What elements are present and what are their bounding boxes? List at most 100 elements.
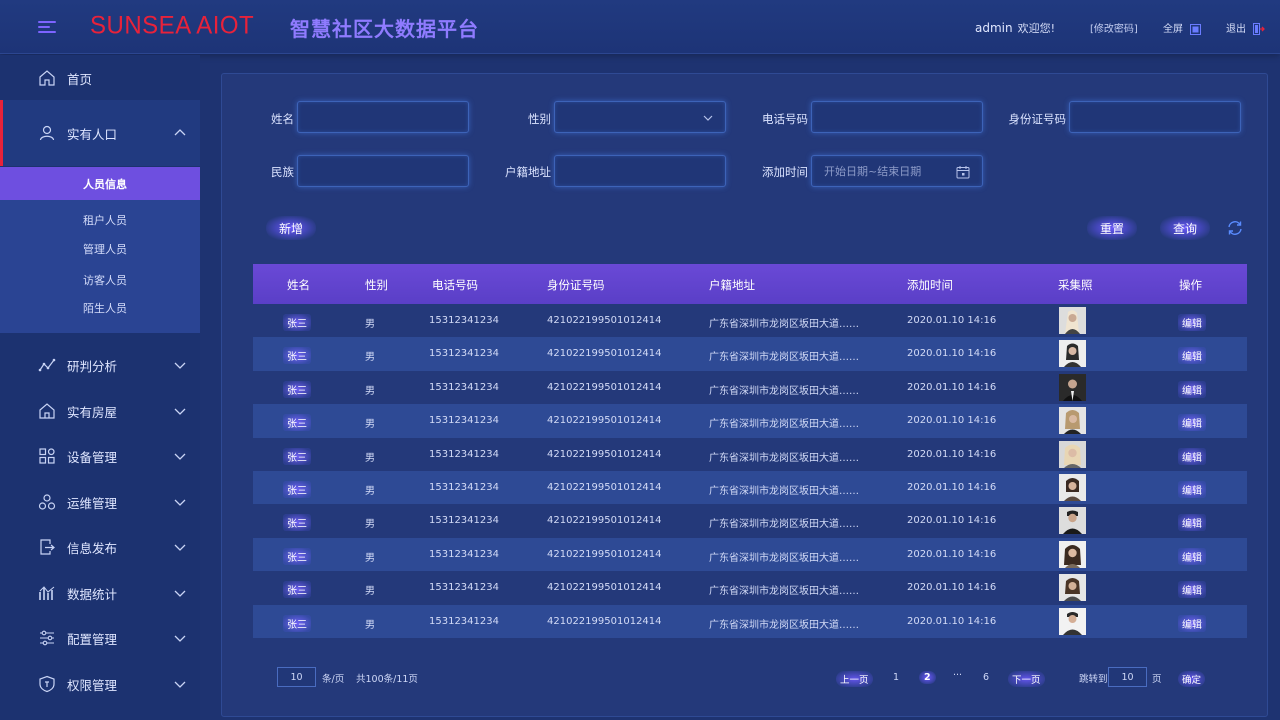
jump-page-input[interactable]: 10 bbox=[1108, 667, 1147, 687]
capture-photo[interactable] bbox=[1059, 373, 1086, 401]
sidebar-item-strangers[interactable]: 陌生人员 bbox=[0, 293, 200, 323]
phone-label: 电话号码 bbox=[762, 112, 808, 126]
query-button[interactable]: 查询 bbox=[1160, 216, 1210, 240]
table-row: 张三 男 15312341234 421022199501012414 广东省深… bbox=[253, 370, 1247, 405]
date-range-placeholder: 开始日期~结束日期 bbox=[824, 165, 922, 178]
sidebar-item-visitors[interactable]: 访客人员 bbox=[0, 265, 200, 295]
chevron-down-icon bbox=[174, 544, 186, 551]
gender-label: 性别 bbox=[528, 112, 551, 126]
page-1[interactable]: 1 bbox=[893, 672, 899, 683]
cell-phone: 15312341234 bbox=[429, 582, 499, 594]
logout-button[interactable]: 退出 bbox=[1226, 20, 1266, 35]
cell-idcard: 421022199501012414 bbox=[547, 348, 662, 360]
person-name-link[interactable]: 张三 bbox=[283, 581, 311, 599]
cell-phone: 15312341234 bbox=[429, 515, 499, 527]
nav-publish[interactable]: 信息发布 bbox=[0, 524, 200, 570]
refresh-icon[interactable] bbox=[1226, 220, 1244, 236]
capture-photo[interactable] bbox=[1059, 507, 1086, 535]
capture-photo[interactable] bbox=[1059, 574, 1086, 602]
cell-address: 广东省深圳市龙岗区坂田大道…… bbox=[709, 419, 859, 431]
cell-idcard: 421022199501012414 bbox=[547, 582, 662, 594]
person-name-link[interactable]: 张三 bbox=[283, 314, 311, 331]
change-password-link[interactable]: [修改密码] bbox=[1090, 20, 1138, 35]
edit-button[interactable]: 编辑 bbox=[1178, 447, 1206, 465]
page-6[interactable]: 6 bbox=[983, 672, 989, 683]
cell-idcard: 421022199501012414 bbox=[547, 381, 662, 393]
name-input[interactable] bbox=[297, 101, 469, 133]
add-button[interactable]: 新增 bbox=[266, 216, 316, 240]
capture-photo[interactable] bbox=[1059, 440, 1086, 468]
table-row: 张三 男 15312341234 421022199501012414 广东省深… bbox=[253, 470, 1247, 505]
ethnic-input[interactable] bbox=[297, 155, 469, 187]
prev-page-button[interactable]: 上一页 bbox=[836, 671, 873, 687]
capture-photo[interactable] bbox=[1059, 340, 1086, 368]
person-name-link[interactable]: 张三 bbox=[283, 480, 311, 498]
sidebar: 首页 实有人口 人员信息 租户人员 管理人员 访客人员 陌生人员 研判分析 实有… bbox=[0, 55, 200, 720]
nav-housing[interactable]: 实有房屋 bbox=[0, 388, 200, 434]
edit-button[interactable]: 编辑 bbox=[1178, 514, 1206, 532]
nav-population[interactable]: 实有人口 bbox=[0, 100, 200, 166]
page-size-input[interactable]: 10 bbox=[277, 667, 316, 687]
person-name-link[interactable]: 张三 bbox=[283, 414, 311, 432]
reset-button[interactable]: 重置 bbox=[1087, 216, 1137, 240]
person-name-link[interactable]: 张三 bbox=[283, 614, 311, 632]
cell-gender: 男 bbox=[365, 452, 375, 464]
home-icon bbox=[39, 70, 55, 86]
cell-address: 广东省深圳市龙岗区坂田大道…… bbox=[709, 519, 859, 531]
table-row: 张三 男 15312341234 421022199501012414 广东省深… bbox=[253, 404, 1247, 438]
sidebar-item-tenants[interactable]: 租户人员 bbox=[0, 205, 200, 235]
page-2-current[interactable]: 2 bbox=[919, 671, 936, 684]
edit-button[interactable]: 编辑 bbox=[1178, 581, 1206, 599]
edit-button[interactable]: 编辑 bbox=[1178, 347, 1206, 365]
address-input[interactable] bbox=[554, 155, 726, 187]
cell-time: 2020.01.10 14:16 bbox=[907, 415, 997, 427]
person-name-link[interactable]: 张三 bbox=[283, 547, 311, 565]
nav-permissions-label: 权限管理 bbox=[67, 677, 118, 693]
sidebar-item-managers[interactable]: 管理人员 bbox=[0, 234, 200, 264]
brand-logo: SUNSEA AIOT bbox=[90, 11, 255, 40]
edit-button[interactable]: 编辑 bbox=[1178, 614, 1206, 632]
person-name-link[interactable]: 张三 bbox=[283, 514, 311, 532]
nav-analysis[interactable]: 研判分析 bbox=[0, 342, 200, 388]
cell-idcard: 421022199501012414 bbox=[547, 481, 662, 493]
nav-devices[interactable]: 设备管理 bbox=[0, 433, 200, 479]
sidebar-item-person-info[interactable]: 人员信息 bbox=[0, 167, 200, 200]
edit-button[interactable]: 编辑 bbox=[1178, 380, 1206, 398]
nav-statistics[interactable]: 数据统计 bbox=[0, 570, 200, 616]
person-name-link[interactable]: 张三 bbox=[283, 447, 311, 465]
platform-title: 智慧社区大数据平台 bbox=[290, 17, 479, 41]
edit-button[interactable]: 编辑 bbox=[1178, 547, 1206, 565]
fullscreen-button[interactable]: 全屏 bbox=[1163, 20, 1202, 35]
capture-photo[interactable] bbox=[1059, 607, 1086, 635]
capture-photo[interactable] bbox=[1059, 407, 1086, 435]
nav-home-label: 首页 bbox=[67, 71, 93, 87]
table-row: 张三 男 15312341234 421022199501012414 广东省深… bbox=[253, 604, 1247, 638]
nav-home[interactable]: 首页 bbox=[0, 55, 200, 101]
person-name-link[interactable]: 张三 bbox=[283, 347, 311, 365]
next-page-button[interactable]: 下一页 bbox=[1008, 671, 1045, 687]
shield-icon bbox=[39, 675, 55, 693]
nav-operations[interactable]: 运维管理 bbox=[0, 479, 200, 525]
user-greeting: admin 欢迎您! bbox=[975, 20, 1055, 36]
gender-select[interactable] bbox=[554, 101, 726, 133]
capture-photo[interactable] bbox=[1059, 307, 1086, 334]
nav-analysis-label: 研判分析 bbox=[67, 358, 118, 374]
edit-button[interactable]: 编辑 bbox=[1178, 480, 1206, 498]
phone-input[interactable] bbox=[811, 101, 983, 133]
jump-confirm-button[interactable]: 确定 bbox=[1178, 671, 1206, 687]
nav-permissions[interactable]: 权限管理 bbox=[0, 661, 200, 707]
nav-config[interactable]: 配置管理 bbox=[0, 615, 200, 661]
capture-photo[interactable] bbox=[1059, 540, 1086, 568]
col-address: 户籍地址 bbox=[709, 278, 755, 292]
edit-button[interactable]: 编辑 bbox=[1178, 414, 1206, 432]
date-range-picker[interactable]: 开始日期~结束日期 bbox=[811, 155, 983, 187]
menu-toggle-icon[interactable] bbox=[38, 19, 56, 35]
cell-time: 2020.01.10 14:16 bbox=[907, 381, 997, 393]
cell-phone: 15312341234 bbox=[429, 348, 499, 360]
edit-button[interactable]: 编辑 bbox=[1178, 314, 1206, 331]
idcard-input[interactable] bbox=[1069, 101, 1241, 133]
cell-time: 2020.01.10 14:16 bbox=[907, 615, 997, 627]
person-name-link[interactable]: 张三 bbox=[283, 380, 311, 398]
capture-photo[interactable] bbox=[1059, 473, 1086, 501]
cell-time: 2020.01.10 14:16 bbox=[907, 548, 997, 560]
